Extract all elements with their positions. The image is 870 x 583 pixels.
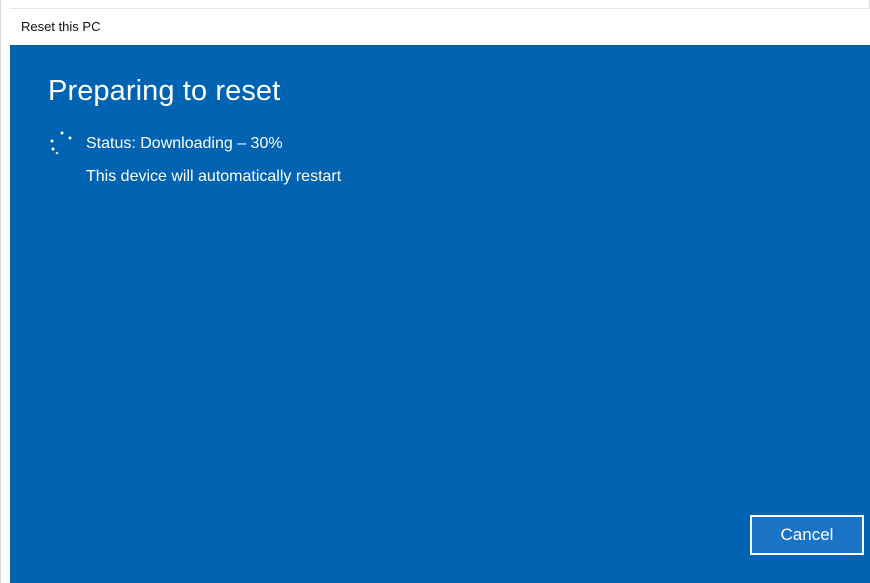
page-title: Preparing to reset bbox=[48, 75, 281, 107]
window-title: Reset this PC bbox=[21, 19, 101, 34]
status-text: Status: Downloading – 30% bbox=[86, 135, 283, 152]
title-bar: Reset this PC bbox=[10, 8, 870, 46]
reset-content-panel: Preparing to reset Status: Downloading –… bbox=[10, 45, 870, 583]
loading-spinner-icon bbox=[50, 131, 72, 155]
restart-notice: This device will automatically restart bbox=[86, 168, 342, 185]
reset-pc-window: Reset this PC Preparing to reset Status:… bbox=[0, 0, 870, 583]
cancel-button[interactable]: Cancel bbox=[750, 515, 864, 555]
